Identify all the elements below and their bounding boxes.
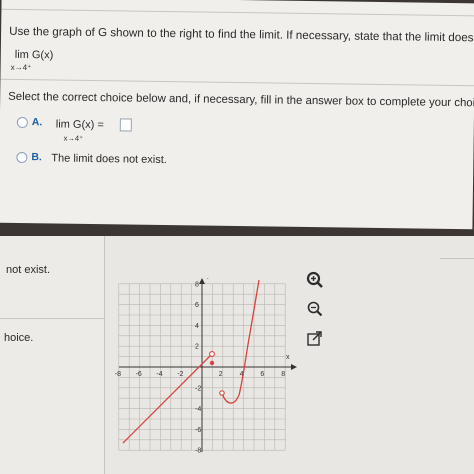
choice-prompt: Select the correct choice below and, if … <box>8 90 474 110</box>
x-tick-label: 2 <box>219 371 223 378</box>
choice-a-letter: A. <box>31 116 43 129</box>
fragment-not-exist: not exist. <box>6 264 51 276</box>
x-axis-arrow <box>291 364 297 370</box>
x-tick-label: 6 <box>260 371 264 378</box>
choice-b-radio[interactable] <box>16 151 28 164</box>
x-tick-label: -8 <box>115 371 121 378</box>
left-column: not exist. hoice. <box>0 236 105 474</box>
divider <box>0 78 474 87</box>
divider <box>1 8 474 17</box>
divider <box>440 258 474 259</box>
y-tick-label: -2 <box>195 385 201 392</box>
y-tick-label: 4 <box>195 323 199 330</box>
question-panel: Use the graph of G shown to the right to… <box>0 0 474 230</box>
y-axis-arrow <box>199 278 205 284</box>
choice-b-letter: B. <box>31 151 42 164</box>
x-axis-label: x <box>286 354 290 361</box>
answer-input[interactable] <box>119 118 132 132</box>
y-tick-label: -8 <box>195 448 201 455</box>
fragment-choice: hoice. <box>4 332 34 344</box>
y-tick-label: 8 <box>195 281 199 288</box>
y-tick-label: 6 <box>195 302 199 309</box>
right-branch-curve <box>221 279 260 404</box>
x-tick-label: -2 <box>177 371 183 378</box>
choice-a-radio[interactable] <box>16 116 28 129</box>
x-tick-label: -4 <box>156 371 162 378</box>
divider <box>0 318 104 319</box>
filled-dot <box>209 360 215 366</box>
zoom-out-icon[interactable] <box>306 300 324 318</box>
limit-subscript: x→4⁺ <box>10 62 32 73</box>
x-tick-label: -6 <box>136 371 142 378</box>
limit-expression: lim G(x) <box>14 48 54 62</box>
function-graph: -8-6-4-224688642-2-4-6-8 y x <box>115 278 297 455</box>
choice-a-text: lim G(x) = <box>55 118 104 132</box>
choice-b-text: The limit does not exist. <box>51 152 167 167</box>
zoom-in-icon[interactable] <box>306 271 324 289</box>
y-tick-label: 2 <box>195 344 199 351</box>
open-dot-left-branch <box>209 351 215 357</box>
graph-panel: not exist. hoice. -8 -6 -4 -2 2 4 6 8 8 6 4 2 -2 -4 -6… <box>0 236 474 474</box>
external-link-icon[interactable] <box>306 330 324 348</box>
choice-a-subscript: x→4⁺ <box>63 133 84 143</box>
x-tick-label: 8 <box>281 371 285 378</box>
y-axis-label: y <box>207 278 211 279</box>
open-dot-right-branch <box>219 390 225 396</box>
question-instruction: Use the graph of G shown to the right to… <box>9 24 474 45</box>
y-tick-label: -4 <box>195 406 201 413</box>
y-tick-label: -6 <box>195 427 201 434</box>
